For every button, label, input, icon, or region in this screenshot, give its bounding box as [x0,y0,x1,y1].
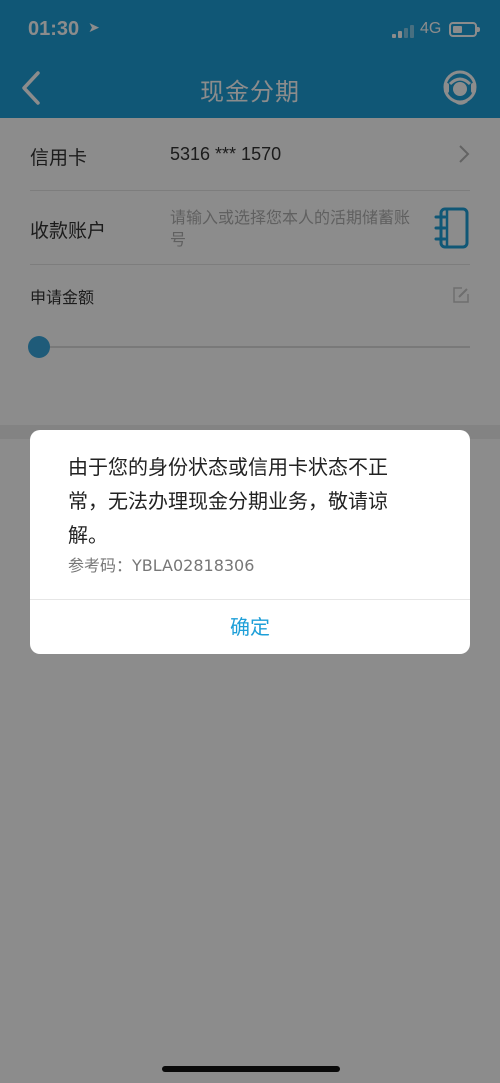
modal-backdrop: 由于您的身份状态或信用卡状态不正常，无法办理现金分期业务，敬请谅解。 参考码：Y… [0,0,500,1083]
dialog-message: 由于您的身份状态或信用卡状态不正常，无法办理现金分期业务，敬请谅解。 [68,455,388,547]
home-indicator[interactable] [162,1066,340,1072]
reference-code: 参考码：YBLA02818306 [68,556,255,575]
app-screen: 01:30 ➤ 4G 现金分期 信用卡 5316 *** 1570 收款账户 请… [0,0,500,1083]
confirm-button[interactable]: 确定 [30,600,470,654]
alert-dialog: 由于您的身份状态或信用卡状态不正常，无法办理现金分期业务，敬请谅解。 参考码：Y… [30,430,470,654]
